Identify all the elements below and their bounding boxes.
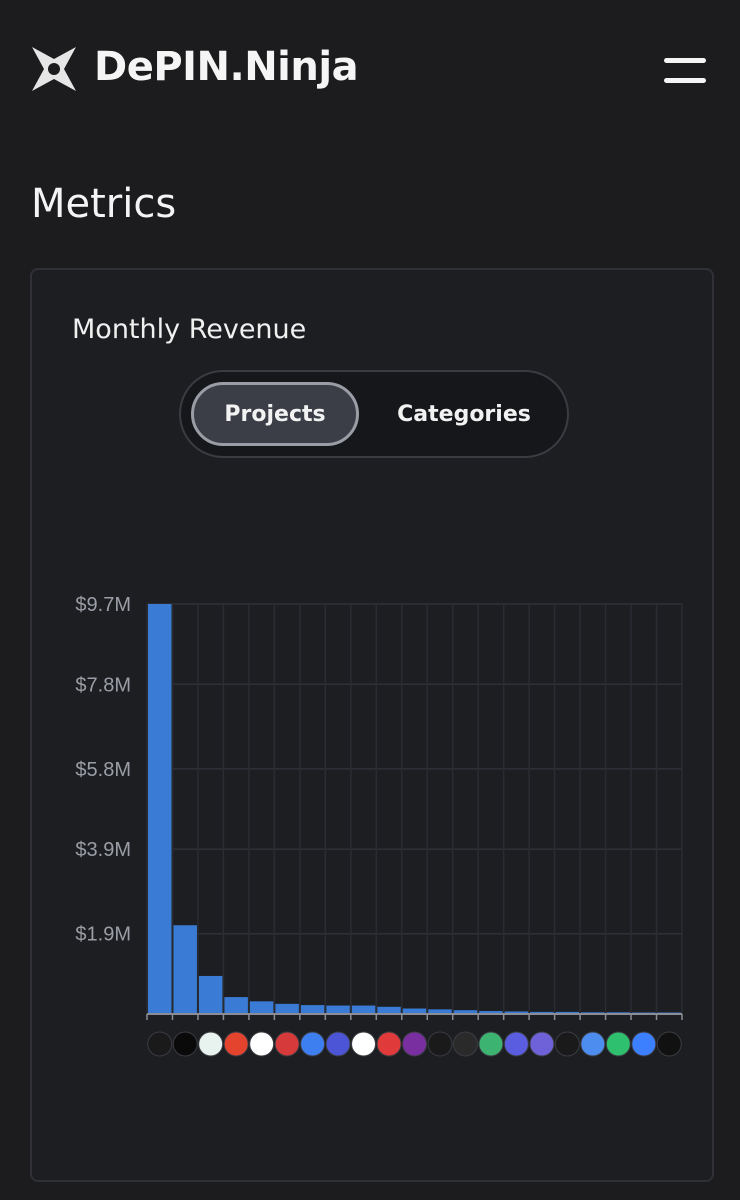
project-logo-icon [300, 1031, 326, 1057]
project-logo-icon [656, 1031, 682, 1057]
revenue-bar [148, 604, 172, 1014]
project-logo-icon [503, 1031, 529, 1057]
project-logo-icon [529, 1031, 555, 1057]
revenue-bar [224, 997, 248, 1014]
ninja-star-logo-icon[interactable] [30, 45, 78, 93]
brand-name[interactable]: DePIN.Ninja [94, 44, 359, 90]
project-logo-icon [427, 1031, 453, 1057]
project-logo-icon [452, 1031, 478, 1057]
project-logo-icon [478, 1031, 504, 1057]
y-tick-label: $9.7M [75, 594, 131, 616]
project-logo-icon [580, 1031, 606, 1057]
project-logo-icon [274, 1031, 300, 1057]
revenue-bar [275, 1003, 299, 1014]
project-logo-icon [172, 1031, 198, 1057]
y-tick-label: $1.9M [75, 924, 131, 946]
project-logo-icon [631, 1031, 657, 1057]
project-logo-icon [376, 1031, 402, 1057]
y-tick-label: $3.9M [75, 839, 131, 861]
project-logo-icon [325, 1031, 351, 1057]
project-logo-icon [402, 1031, 427, 1057]
revenue-card: Monthly Revenue Projects Categories $9.7… [30, 268, 714, 1182]
revenue-bar [326, 1005, 350, 1014]
revenue-bar-chart: $9.7M $7.8M $5.8M $3.9M $1.9M [75, 594, 683, 1057]
app-page: DePIN.Ninja Metrics Monthly Revenue Proj… [0, 0, 740, 1200]
menu-line [664, 78, 706, 83]
project-logo-icon [605, 1031, 631, 1057]
y-tick-label: $5.8M [75, 759, 131, 781]
revenue-bar [351, 1005, 376, 1014]
project-logo-icon [249, 1031, 275, 1057]
y-tick-label: $7.8M [75, 674, 131, 696]
project-logo-icon [223, 1031, 249, 1057]
revenue-bar [198, 975, 223, 1014]
project-logo-icon [554, 1031, 580, 1057]
page-title: Metrics [31, 181, 177, 227]
revenue-bar [173, 925, 197, 1014]
revenue-bar [377, 1006, 401, 1014]
revenue-bar [300, 1005, 325, 1014]
revenue-bar [249, 1001, 274, 1014]
project-logo-icon [198, 1031, 224, 1057]
project-logo-icon [147, 1031, 173, 1057]
project-logo-icon [351, 1031, 377, 1057]
hamburger-menu-icon[interactable] [664, 56, 708, 86]
top-header: DePIN.Ninja [0, 0, 740, 140]
menu-line [664, 58, 706, 63]
